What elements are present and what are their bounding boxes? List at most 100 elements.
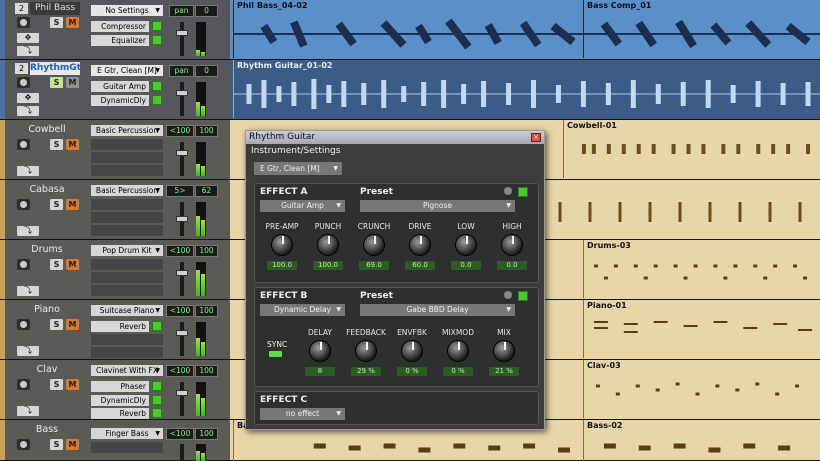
- volume-fader[interactable]: [180, 382, 184, 416]
- volume-display[interactable]: 62: [195, 185, 218, 197]
- track-name[interactable]: RhythmGtr: [30, 62, 80, 75]
- volume-fader[interactable]: [180, 262, 184, 296]
- plugin-slot-guitar-amp[interactable]: Guitar Amp: [91, 81, 149, 92]
- empty-insert-slot[interactable]: [91, 152, 163, 163]
- track-name[interactable]: Bass: [15, 423, 79, 436]
- knob-dial[interactable]: [363, 234, 385, 256]
- knob-high[interactable]: HIGH 0.0: [482, 222, 542, 270]
- plugin-power-button[interactable]: [152, 81, 162, 91]
- audio-region[interactable]: Phil Bass_04-02: [233, 0, 583, 58]
- plugin-power-button[interactable]: [152, 395, 162, 405]
- fader-handle[interactable]: [176, 216, 188, 222]
- mute-button[interactable]: M: [66, 17, 79, 28]
- instrument-select[interactable]: Finger Bass ▼: [91, 428, 163, 439]
- knob-dial[interactable]: [309, 340, 331, 362]
- audio-region[interactable]: Rhythm Guitar_01-02: [233, 60, 820, 118]
- pan-display[interactable]: <100: [166, 245, 194, 257]
- mute-button[interactable]: M: [66, 139, 79, 150]
- insert-preset-select[interactable]: E Gtr, Clean [M] ▼: [91, 65, 163, 76]
- empty-insert-slot[interactable]: [91, 347, 163, 358]
- automation-icon[interactable]: ⤵: [17, 106, 39, 116]
- empty-insert-slot[interactable]: [91, 139, 163, 150]
- track-name[interactable]: Piano: [15, 303, 79, 316]
- volume-display[interactable]: 0: [195, 65, 218, 77]
- pan-display[interactable]: <100: [166, 125, 194, 137]
- volume-display[interactable]: 100: [195, 428, 218, 440]
- volume-fader[interactable]: [180, 142, 184, 176]
- knob-mix[interactable]: MIX 21 %: [474, 328, 534, 376]
- knob-dial[interactable]: [447, 340, 469, 362]
- knob-dial[interactable]: [501, 234, 523, 256]
- instrument-select[interactable]: Pop Drum Kit ▼: [91, 245, 163, 256]
- record-button[interactable]: [17, 319, 30, 330]
- volume-fader[interactable]: [180, 444, 184, 461]
- volume-display[interactable]: 100: [195, 365, 218, 377]
- empty-insert-slot[interactable]: [91, 334, 163, 345]
- track-bass[interactable]: Bass S M Finger Bass ▼ <100 100: [0, 420, 230, 461]
- fader-handle[interactable]: [176, 270, 188, 276]
- plugin-power-button[interactable]: [152, 21, 162, 31]
- mute-button[interactable]: M: [66, 259, 79, 270]
- fader-handle[interactable]: [176, 90, 188, 96]
- plugin-slot-reverb[interactable]: Reverb: [91, 408, 149, 419]
- plugin-window[interactable]: Rhythm Guitar × Instrument/Settings E Gt…: [245, 130, 545, 430]
- sync-toggle[interactable]: [269, 351, 282, 357]
- plugin-slot-dynamic-delay[interactable]: DynamicDly: [91, 395, 149, 406]
- solo-button[interactable]: S: [50, 319, 63, 330]
- automation-icon[interactable]: ⤵: [17, 406, 39, 416]
- volume-display[interactable]: 100: [195, 245, 218, 257]
- empty-insert-slot[interactable]: [91, 225, 163, 236]
- automation-icon[interactable]: ⤵: [17, 346, 39, 356]
- plugin-slot-dynamic-delay[interactable]: DynamicDly: [91, 95, 149, 106]
- fader-handle[interactable]: [176, 30, 188, 36]
- empty-insert-slot[interactable]: [91, 442, 163, 453]
- track-name[interactable]: Phil Bass: [30, 2, 80, 15]
- volume-fader[interactable]: [180, 322, 184, 356]
- effect-b-power-button[interactable]: [518, 291, 528, 301]
- automation-icon[interactable]: ⤵: [17, 46, 39, 56]
- effect-a-preset-select[interactable]: Pignose ▼: [360, 200, 515, 212]
- plugin-slot-phaser[interactable]: Phaser: [91, 381, 149, 392]
- plugin-slot-compressor[interactable]: Compressor: [91, 21, 149, 32]
- fader-handle[interactable]: [176, 150, 188, 156]
- plugin-power-button[interactable]: [152, 95, 162, 105]
- fader-handle[interactable]: [176, 390, 188, 396]
- instrument-select[interactable]: Basic Percussion ▼: [91, 125, 163, 136]
- track-name[interactable]: Cowbell: [15, 123, 79, 136]
- insert-preset-select[interactable]: No Settings ▼: [91, 5, 163, 16]
- solo-button[interactable]: S: [50, 199, 63, 210]
- automation-icon[interactable]: ⤵: [17, 286, 39, 296]
- record-button[interactable]: [17, 17, 30, 28]
- empty-insert-slot[interactable]: [91, 259, 163, 270]
- record-button[interactable]: [17, 199, 30, 210]
- empty-insert-slot[interactable]: [91, 272, 163, 283]
- mute-button[interactable]: M: [66, 77, 79, 88]
- volume-display[interactable]: 0: [195, 5, 218, 17]
- empty-insert-slot[interactable]: [91, 165, 163, 176]
- pan-display[interactable]: pan: [169, 65, 194, 77]
- effect-b-preset-select[interactable]: Gabe BBD Delay ▼: [360, 304, 515, 316]
- track-clav[interactable]: Clav S M ⤵ Clavinet With FX ▼ Phaser Dyna…: [0, 360, 230, 420]
- effect-a-type-select[interactable]: Guitar Amp ▼: [260, 200, 345, 212]
- plugin-power-button[interactable]: [152, 35, 162, 45]
- track-name[interactable]: Cabasa: [15, 183, 79, 196]
- plugin-window-title[interactable]: Rhythm Guitar: [246, 131, 544, 144]
- instrument-select[interactable]: Basic Percussion ▼: [91, 185, 163, 196]
- effect-a-power-button[interactable]: [518, 187, 528, 197]
- record-button[interactable]: [17, 439, 30, 450]
- midi-region[interactable]: Drums-03: [583, 240, 820, 298]
- instrument-select[interactable]: Clavinet With FX ▼: [91, 365, 163, 376]
- pan-display[interactable]: <100: [166, 428, 194, 440]
- midi-region[interactable]: Clav-03: [583, 360, 820, 418]
- solo-button[interactable]: S: [50, 77, 63, 88]
- track-drums[interactable]: Drums S M ⤵ Pop Drum Kit ▼ <100 100: [0, 240, 230, 300]
- track-cowbell[interactable]: Cowbell S M ⤵ Basic Percussion ▼ <100 100: [0, 120, 230, 180]
- pan-display[interactable]: <100: [166, 365, 194, 377]
- midi-region[interactable]: Cowbell-01: [563, 120, 820, 178]
- volume-fader[interactable]: [180, 22, 184, 56]
- automation-icon[interactable]: ⤵: [17, 166, 39, 176]
- record-button[interactable]: [17, 379, 30, 390]
- track-name[interactable]: Drums: [15, 243, 79, 256]
- edit-tool-icon[interactable]: ✥: [17, 33, 39, 43]
- automation-icon[interactable]: ⤵: [17, 226, 39, 236]
